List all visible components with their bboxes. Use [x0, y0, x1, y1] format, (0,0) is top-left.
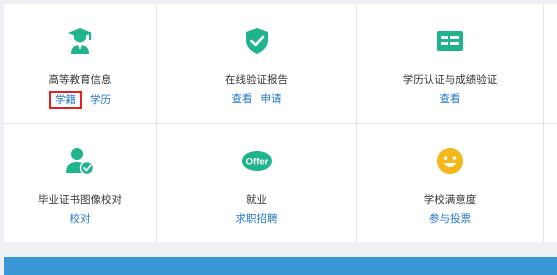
service-title: 在线验证报告: [225, 74, 288, 86]
service-card-degree-certification: 学历认证与成绩验证 查看: [357, 4, 544, 123]
apply-report-link[interactable]: 申请: [261, 93, 282, 105]
job-search-link[interactable]: 求职招聘: [236, 213, 278, 225]
view-report-link[interactable]: 查看: [232, 93, 253, 105]
services-row-2: 毕业证书图像校对 校对 Offer 就业 求职招聘 学校满意度 参与投票: [4, 123, 557, 242]
service-title: 学校满意度: [423, 194, 477, 206]
bottom-banner: [4, 257, 557, 275]
degree-link[interactable]: 学历: [90, 94, 111, 106]
service-card-partial: [544, 124, 557, 242]
service-links: 查看 申请: [157, 91, 356, 106]
view-certification-link[interactable]: 查看: [440, 93, 461, 105]
service-links: 校对: [4, 211, 156, 226]
smiley-icon: [437, 148, 463, 174]
service-card-employment: Offer 就业 求职招聘: [157, 124, 357, 242]
service-title: 就业: [246, 194, 267, 206]
service-links: 参与投票: [357, 211, 543, 226]
service-title: 毕业证书图像校对: [38, 194, 122, 206]
service-card-online-report: 在线验证报告 查看 申请: [157, 4, 357, 123]
proofread-link[interactable]: 校对: [70, 213, 91, 225]
service-links: 学籍 学历: [4, 91, 156, 109]
vote-link[interactable]: 参与投票: [429, 213, 471, 225]
service-card-higher-education: 高等教育信息 学籍 学历: [4, 4, 157, 123]
services-row-1: 高等教育信息 学籍 学历 在线验证报告 查看 申请 学历认证与成绩验证 查看: [4, 4, 557, 123]
service-title: 高等教育信息: [48, 74, 112, 86]
user-verified-icon: [66, 148, 95, 176]
service-card-partial: [544, 4, 557, 123]
id-card-icon: [437, 31, 463, 51]
shield-check-icon: [245, 28, 268, 54]
offer-badge-icon: Offer: [241, 151, 272, 171]
services-grid: 高等教育信息 学籍 学历 在线验证报告 查看 申请 学历认证与成绩验证 查看 毕…: [4, 4, 557, 242]
student-status-link[interactable]: 学籍: [49, 91, 82, 109]
service-links: 求职招聘: [157, 211, 356, 226]
graduate-icon: [68, 28, 92, 54]
offer-badge-text: Offer: [245, 157, 268, 168]
service-card-school-satisfaction: 学校满意度 参与投票: [357, 124, 544, 242]
service-card-diploma-check: 毕业证书图像校对 校对: [4, 124, 157, 242]
service-links: 查看: [357, 91, 543, 106]
service-title: 学历认证与成绩验证: [402, 74, 498, 86]
